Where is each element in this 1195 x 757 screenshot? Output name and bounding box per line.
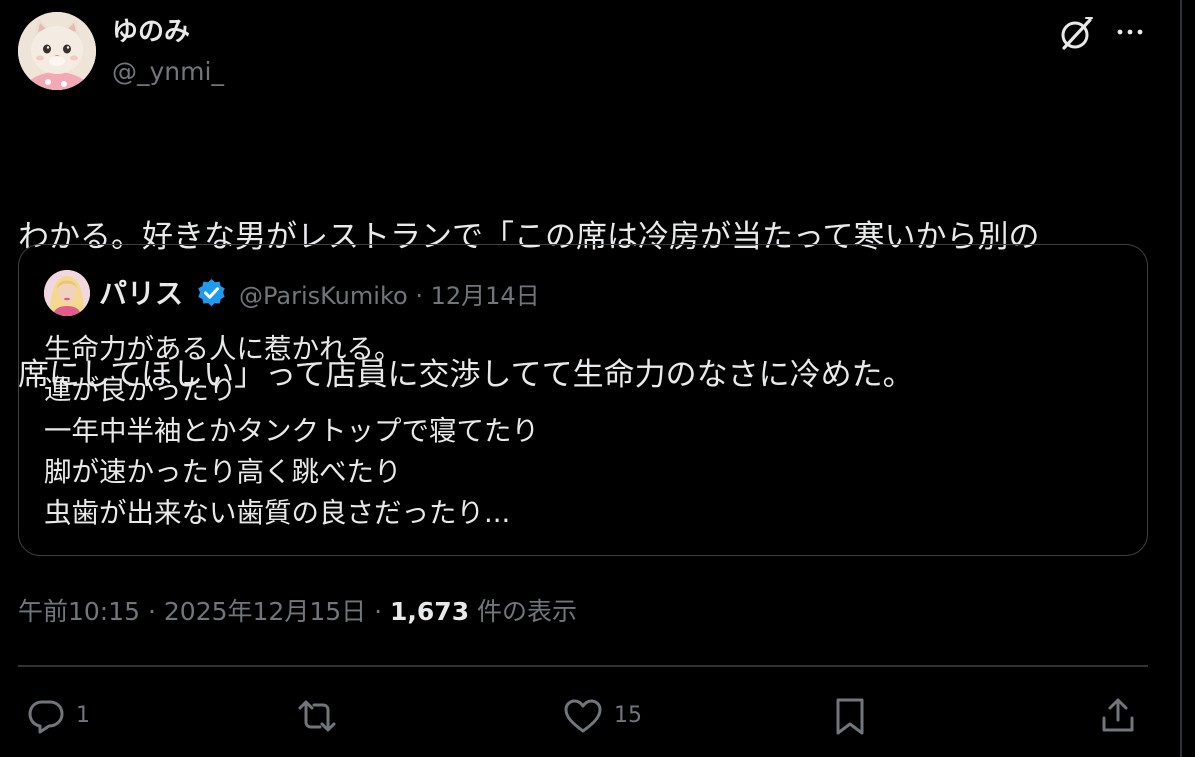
- bookmark-icon: [836, 698, 864, 735]
- quoted-author-avatar[interactable]: [44, 270, 90, 316]
- meta-separator: ·: [374, 597, 383, 626]
- quoted-tweet-card[interactable]: パリス @ParisKumiko · 12月14日 生命力がある人に惹かれる。 …: [18, 244, 1148, 556]
- retweet-button[interactable]: [294, 694, 350, 738]
- quoted-tweet-meta: @ParisKumiko · 12月14日: [239, 278, 540, 314]
- heart-icon: [564, 699, 602, 733]
- verified-badge-icon: [195, 277, 228, 310]
- retweet-icon: [298, 700, 336, 732]
- quoted-text-line: 虫歯が出来ない歯質の良さだったり...: [44, 497, 511, 529]
- tweet-date[interactable]: 2025年12月15日: [164, 597, 366, 626]
- column-border: [1180, 0, 1182, 757]
- quoted-tweet-date[interactable]: 12月14日: [431, 282, 540, 310]
- divider: [18, 665, 1148, 667]
- share-button[interactable]: [1098, 694, 1138, 738]
- author-display-name[interactable]: ゆのみ: [112, 14, 190, 50]
- like-button[interactable]: 15: [562, 694, 642, 738]
- like-count: 15: [614, 703, 642, 728]
- reply-count: 1: [76, 703, 90, 728]
- tweet-meta-row: 午前10:15 · 2025年12月15日 · 1,673 件の表示: [18, 594, 577, 630]
- quoted-text-line: 生命力がある人に惹かれる。: [44, 333, 402, 365]
- author-handle[interactable]: @_ynmi_: [112, 56, 224, 88]
- author-avatar[interactable]: [18, 12, 96, 90]
- meta-separator: ·: [415, 282, 423, 310]
- bookmark-button[interactable]: [830, 694, 870, 738]
- quoted-author-display-name[interactable]: パリス: [99, 274, 183, 314]
- meta-separator: ·: [148, 597, 156, 626]
- grok-icon[interactable]: [1056, 14, 1096, 54]
- quoted-tweet-text: 生命力がある人に惹かれる。 運が良かったり 一年中半袖とかタンクトップで寝てたり…: [44, 329, 1124, 534]
- views-label[interactable]: 件の表示: [477, 597, 577, 626]
- blonde-woman-avatar-image: [44, 270, 90, 316]
- quoted-text-line: 一年中半袖とかタンクトップで寝てたり: [44, 415, 539, 447]
- more-options-icon[interactable]: [1114, 22, 1146, 42]
- quoted-text-line: 脚が速かったり高く跳べたり: [44, 456, 402, 488]
- cat-plush-avatar-image: [18, 12, 96, 90]
- quoted-text-line: 運が良かったり: [44, 374, 237, 406]
- views-count[interactable]: 1,673: [390, 597, 469, 626]
- quoted-author-handle[interactable]: @ParisKumiko: [239, 282, 408, 310]
- reply-icon: [28, 700, 64, 734]
- share-icon: [1102, 698, 1134, 732]
- reply-button[interactable]: 1: [26, 694, 90, 738]
- tweet-detail: ゆのみ @_ynmi_ わかる。好きな男がレストランで「この席は冷房が当たって寒…: [0, 0, 1195, 757]
- tweet-time[interactable]: 午前10:15: [18, 597, 140, 626]
